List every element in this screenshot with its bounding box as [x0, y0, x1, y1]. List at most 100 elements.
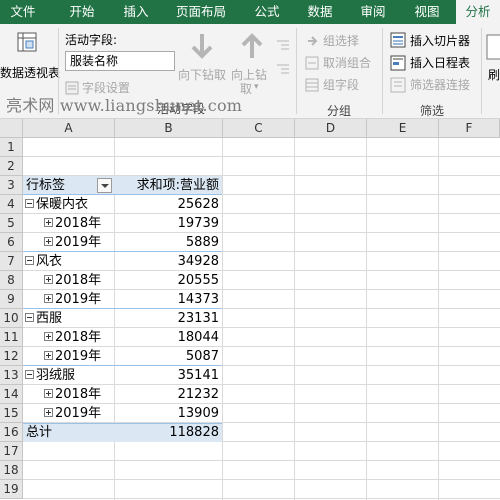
row-header[interactable]: 10	[0, 309, 23, 328]
pivot-row-labels-header[interactable]: 行标签	[26, 176, 65, 195]
pivot-value[interactable]: 5889	[115, 233, 222, 252]
tab-data[interactable]: 数据	[296, 0, 344, 24]
pivot-item-row[interactable]: 2018年	[44, 385, 101, 404]
row-header[interactable]: 17	[0, 442, 23, 461]
row-header[interactable]: 5	[0, 214, 23, 233]
pivot-group-row[interactable]: 风衣	[25, 252, 62, 271]
pivot-value[interactable]: 21232	[115, 385, 222, 404]
tab-review[interactable]: 审阅	[350, 0, 396, 24]
pivot-group-row[interactable]: 羽绒服	[25, 366, 75, 385]
row-header[interactable]: 18	[0, 461, 23, 480]
tab-file[interactable]: 文件	[0, 0, 46, 24]
pivot-value[interactable]: 13909	[115, 404, 222, 423]
expand-field-icon[interactable]	[276, 36, 290, 55]
collapse-icon[interactable]	[25, 256, 34, 265]
insert-slicer-button[interactable]: 插入切片器	[410, 32, 470, 49]
expand-icon[interactable]	[44, 389, 53, 398]
row-header[interactable]: 15	[0, 404, 23, 423]
pivot-value[interactable]: 18044	[115, 328, 222, 347]
pivot-value[interactable]: 5087	[115, 347, 222, 366]
insert-timeline-button[interactable]: 插入日程表	[410, 54, 470, 71]
row-header[interactable]: 16	[0, 423, 23, 442]
select-all-corner[interactable]	[0, 119, 23, 138]
pivot-item-row[interactable]: 2019年	[44, 233, 101, 252]
row-header[interactable]: 4	[0, 195, 23, 214]
column-header-c[interactable]: C	[223, 119, 295, 138]
drill-up-dropdown-arrow[interactable]: ▾	[254, 82, 259, 92]
filter-dropdown-icon[interactable]	[97, 178, 112, 193]
pivot-value[interactable]: 23131	[115, 309, 222, 328]
pivot-group-row[interactable]: 保暖内衣	[25, 195, 88, 214]
active-field-label: 活动字段:	[65, 33, 118, 47]
pivot-value[interactable]: 25628	[115, 195, 222, 214]
pivot-table-icon[interactable]	[17, 32, 39, 58]
watermark: 亮术网 www.liangshunet.com	[6, 96, 243, 115]
expand-icon[interactable]	[44, 275, 53, 284]
pivot-value[interactable]: 20555	[115, 271, 222, 290]
drill-down-icon	[190, 32, 214, 64]
drill-down-button[interactable]: 向下钻取	[178, 66, 226, 83]
collapse-icon[interactable]	[25, 313, 34, 322]
pivot-group-row[interactable]: 西服	[25, 309, 62, 328]
tab-home[interactable]: 开始	[58, 0, 106, 24]
tab-insert[interactable]: 插入	[112, 0, 160, 24]
pivot-item-row[interactable]: 2019年	[44, 404, 101, 423]
pivot-value-header[interactable]: 求和项:营业额	[115, 176, 222, 195]
tab-formulas[interactable]: 公式	[244, 0, 290, 24]
tab-page-layout[interactable]: 页面布局	[168, 0, 234, 24]
refresh-icon[interactable]	[486, 34, 500, 66]
column-header-f[interactable]: F	[439, 119, 500, 138]
group-separator	[382, 28, 383, 114]
filter-connections-button[interactable]: 筛选器连接	[410, 76, 470, 93]
column-header-b[interactable]: B	[115, 119, 223, 138]
pivot-grand-total-label[interactable]: 总计	[26, 423, 52, 442]
expand-icon[interactable]	[44, 408, 53, 417]
column-header-d[interactable]: D	[295, 119, 367, 138]
pivot-item-row[interactable]: 2018年	[44, 214, 101, 233]
tab-analyze[interactable]: 分析	[456, 0, 500, 25]
group-separator	[481, 28, 482, 114]
active-field-input[interactable]: 服装名称	[65, 51, 175, 71]
row-header[interactable]: 9	[0, 290, 23, 309]
expand-icon[interactable]	[44, 237, 53, 246]
ribbon-tab-bar: 文件 开始 插入 页面布局 公式 数据 审阅 视图 分析	[0, 0, 500, 25]
tab-view[interactable]: 视图	[404, 0, 450, 24]
row-header[interactable]: 7	[0, 252, 23, 271]
refresh-button-cutoff[interactable]: 刷	[488, 66, 500, 83]
expand-icon[interactable]	[44, 332, 53, 341]
filter-connections-icon	[390, 77, 406, 97]
group-field-button[interactable]: 组字段	[323, 76, 359, 93]
collapse-field-icon[interactable]	[276, 60, 290, 79]
pivot-value[interactable]: 34928	[115, 252, 222, 271]
collapse-icon[interactable]	[25, 199, 34, 208]
row-header[interactable]: 19	[0, 480, 23, 499]
pivot-item-row[interactable]: 2018年	[44, 328, 101, 347]
ungroup-button[interactable]: 取消组合	[323, 54, 371, 71]
grouping-group-label: 分组	[327, 104, 352, 118]
pivot-item-row[interactable]: 2018年	[44, 271, 101, 290]
pivot-value[interactable]: 35141	[115, 366, 222, 385]
row-header[interactable]: 6	[0, 233, 23, 252]
row-header[interactable]: 11	[0, 328, 23, 347]
pivot-value[interactable]: 19739	[115, 214, 222, 233]
expand-icon[interactable]	[44, 218, 53, 227]
group-field-icon	[305, 77, 319, 96]
collapse-icon[interactable]	[25, 370, 34, 379]
row-header[interactable]: 13	[0, 366, 23, 385]
pivot-value[interactable]: 14373	[115, 290, 222, 309]
row-header[interactable]: 8	[0, 271, 23, 290]
pivot-item-row[interactable]: 2019年	[44, 347, 101, 366]
expand-icon[interactable]	[44, 351, 53, 360]
row-header[interactable]: 12	[0, 347, 23, 366]
row-header[interactable]: 14	[0, 385, 23, 404]
expand-icon[interactable]	[44, 294, 53, 303]
row-header[interactable]: 3	[0, 176, 23, 195]
pivot-item-row[interactable]: 2019年	[44, 290, 101, 309]
pivot-grand-total-value[interactable]: 118828	[115, 423, 222, 442]
group-selection-button[interactable]: 组选择	[323, 32, 359, 49]
pivot-table-button[interactable]: 数据透视表	[0, 64, 60, 81]
column-header-e[interactable]: E	[367, 119, 439, 138]
row-header[interactable]: 2	[0, 157, 23, 176]
row-header[interactable]: 1	[0, 138, 23, 157]
column-header-a[interactable]: A	[23, 119, 115, 138]
